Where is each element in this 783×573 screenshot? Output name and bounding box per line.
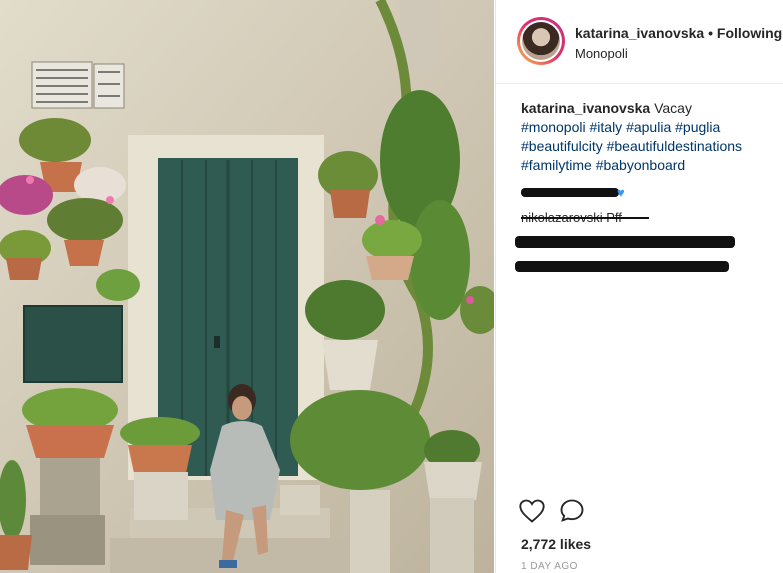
redaction-scribble — [515, 236, 735, 248]
post-timestamp[interactable]: 1 DAY AGO — [521, 561, 578, 572]
post-header: katarina_ivanovska • Following Monopoli — [496, 0, 783, 84]
redaction-scribble — [515, 261, 729, 272]
hashtag-link[interactable]: #familytime — [521, 157, 592, 173]
hashtag-link[interactable]: #beautifuldestinations — [607, 138, 742, 154]
caption-text: Vacay — [654, 100, 692, 116]
comment-redacted — [515, 255, 771, 280]
comment-redacted — [515, 230, 771, 255]
hashtag-link[interactable]: #apulia — [626, 119, 671, 135]
author-username-link[interactable]: katarina_ivanovska — [575, 25, 704, 41]
blue-heart-icon: ♥ — [617, 185, 625, 200]
street-sign — [31, 61, 125, 109]
hashtag-link[interactable]: #beautifulcity — [521, 138, 603, 154]
strikethrough-line — [521, 217, 649, 219]
separator-dot: • — [708, 25, 713, 41]
comment-redacted: ♥ — [521, 180, 771, 205]
speech-bubble-icon — [560, 499, 584, 522]
hashtag-link[interactable]: #babyonboard — [596, 157, 686, 173]
hashtag-link[interactable]: #italy — [590, 119, 623, 135]
header-username-row: katarina_ivanovska • Following — [575, 25, 782, 41]
hashtag-link[interactable]: #puglia — [675, 119, 720, 135]
hashtag-link[interactable]: #monopoli — [521, 119, 586, 135]
location-link[interactable]: Monopoli — [575, 46, 628, 61]
comment-list: ♥ nikolazarovski Pff — [515, 180, 771, 280]
likes-count[interactable]: 2,772 likes — [521, 536, 591, 552]
comment-button[interactable] — [558, 497, 588, 527]
avatar-ring — [520, 20, 562, 62]
post-caption: katarina_ivanovska Vacay #monopoli #ital… — [521, 99, 776, 175]
comment: nikolazarovski Pff — [521, 205, 771, 230]
heart-icon — [519, 499, 545, 523]
like-button[interactable] — [518, 497, 548, 527]
caption-username-link[interactable]: katarina_ivanovska — [521, 100, 650, 116]
redaction-scribble — [521, 188, 619, 197]
post-photo[interactable] — [0, 0, 494, 573]
photo-scene — [0, 0, 494, 573]
following-button[interactable]: Following — [717, 25, 782, 41]
avatar-photo — [522, 22, 560, 60]
avatar[interactable] — [517, 17, 565, 65]
post-sidebar: katarina_ivanovska • Following Monopoli … — [495, 0, 783, 573]
